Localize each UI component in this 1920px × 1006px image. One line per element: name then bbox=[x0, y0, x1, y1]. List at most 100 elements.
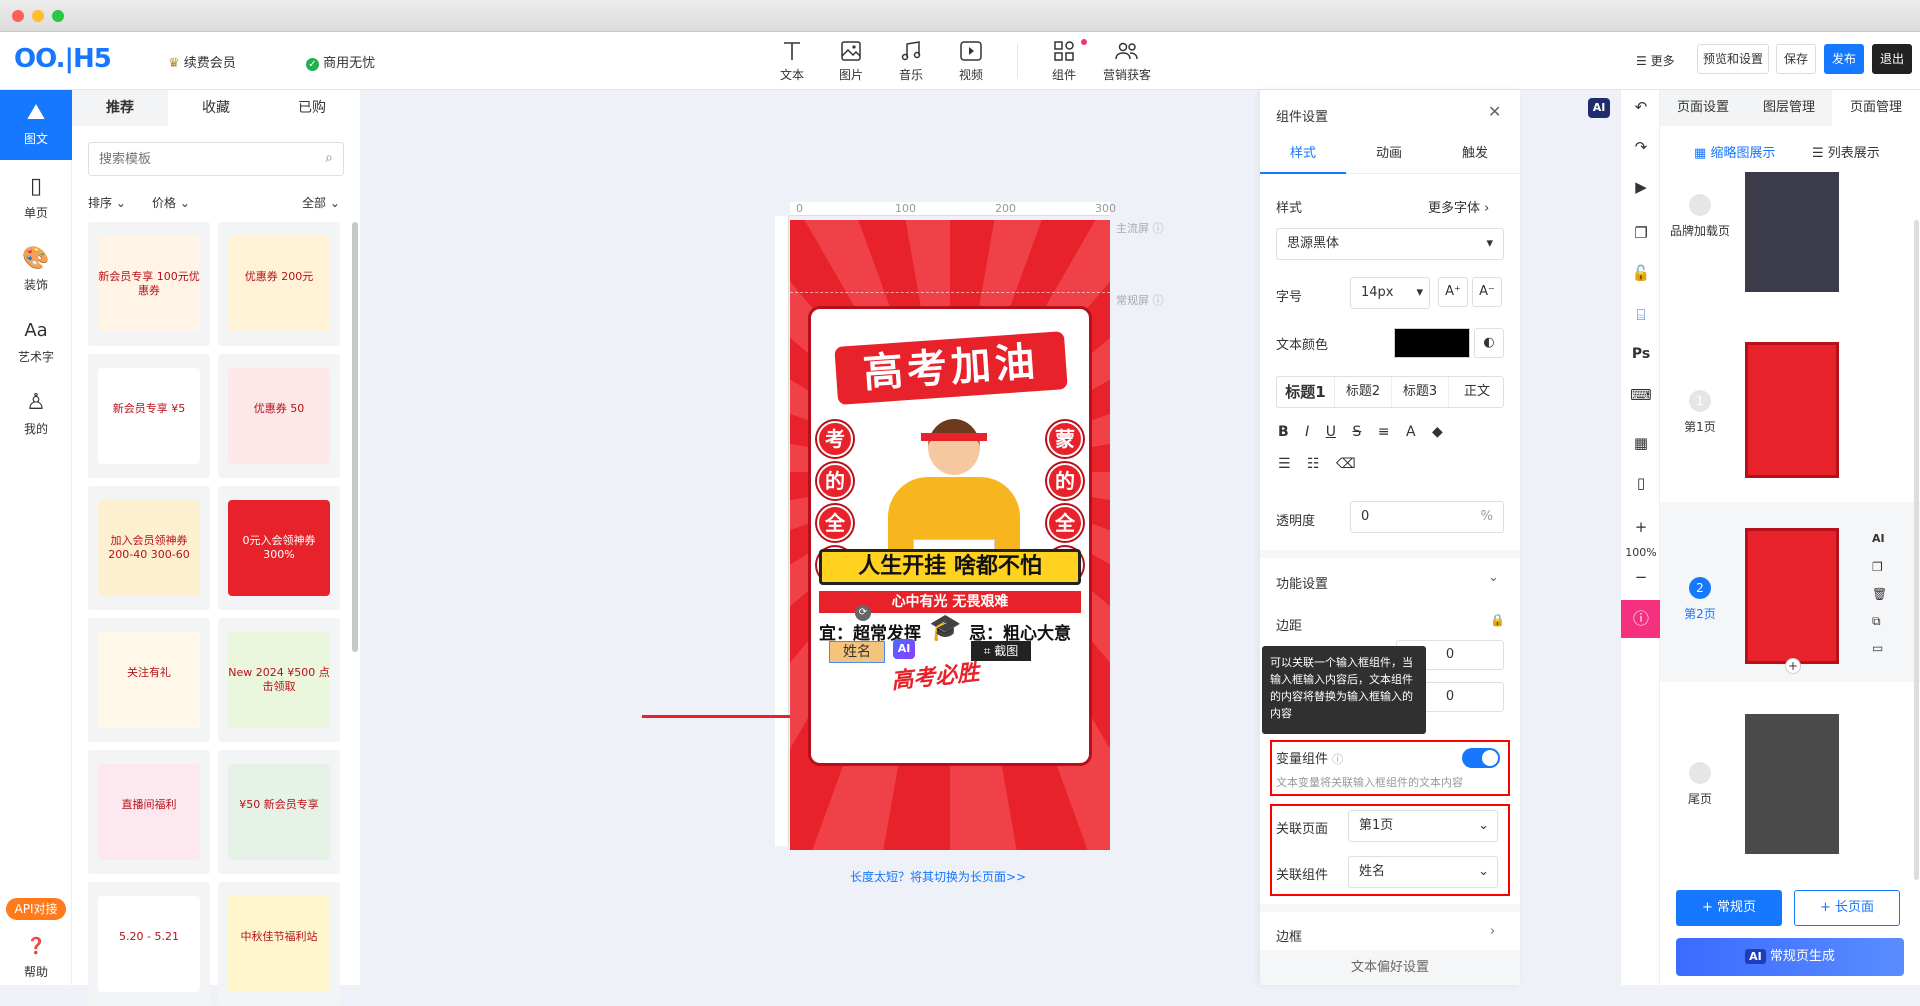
price-dropdown[interactable]: 价格 ⌄ bbox=[152, 194, 190, 211]
app-logo[interactable]: OO.|H5 bbox=[14, 44, 112, 74]
ocr-icon[interactable]: ⌸ bbox=[1621, 306, 1661, 324]
switch-long-page-link[interactable]: 长度太短？将其切换为长页面>> bbox=[850, 868, 1026, 885]
poster-canvas[interactable]: 高考加油 考的全会 蒙的全对 人生开挂 啥都不怕 心中有光 无畏艰难 宜：超常发… bbox=[790, 220, 1110, 850]
template-card[interactable]: 新会员专享 100元优惠券 bbox=[88, 222, 210, 346]
poster-side-char[interactable]: 全 bbox=[1047, 505, 1083, 541]
folder-icon[interactable]: ▭ bbox=[1872, 641, 1883, 655]
minimize-window-button[interactable] bbox=[32, 10, 44, 22]
member-link[interactable]: ♛ 续费会员 bbox=[168, 52, 236, 71]
more-menu[interactable]: ☰ 更多 bbox=[1636, 52, 1675, 69]
template-card[interactable]: 中秋佳节福利站 bbox=[218, 882, 340, 1006]
add-normal-page-button[interactable]: + 常规页 bbox=[1676, 890, 1782, 926]
keyboard-icon[interactable]: ⌨ bbox=[1621, 386, 1661, 404]
template-card[interactable]: 新会员专享 ¥5 bbox=[88, 354, 210, 478]
font-select[interactable]: 思源黑体 ▾ bbox=[1276, 228, 1504, 260]
heading-3-button[interactable]: 标题3 bbox=[1391, 377, 1448, 407]
template-card[interactable]: 加入会员领神券 200-40 300-60 bbox=[88, 486, 210, 610]
tool-text[interactable]: 文本 bbox=[769, 39, 815, 83]
color-swatch[interactable] bbox=[1394, 328, 1470, 358]
delete-page-icon[interactable]: 🗑 bbox=[1872, 587, 1887, 601]
template-card[interactable]: New 2024 ¥500 点击领取 bbox=[218, 618, 340, 742]
maximize-window-button[interactable] bbox=[52, 10, 64, 22]
preview-button[interactable]: 预览和设置 bbox=[1697, 44, 1769, 74]
close-icon[interactable]: ✕ bbox=[1488, 102, 1501, 121]
page-thumb-loading[interactable] bbox=[1745, 172, 1839, 292]
tab-favorites[interactable]: 收藏 bbox=[168, 90, 264, 126]
tab-page-settings[interactable]: 页面设置 bbox=[1660, 90, 1746, 126]
redo-icon[interactable]: ↷ bbox=[1621, 138, 1661, 156]
undo-icon[interactable]: ↶ bbox=[1621, 98, 1661, 116]
scrollbar[interactable] bbox=[352, 222, 358, 652]
poster-side-char[interactable]: 全 bbox=[817, 505, 853, 541]
font-size-select[interactable]: 14px ▾ bbox=[1350, 277, 1430, 309]
page-thumb-1[interactable] bbox=[1745, 342, 1839, 478]
add-long-page-button[interactable]: + 长页面 bbox=[1794, 890, 1900, 926]
spacing-icon[interactable]: ☷ bbox=[1307, 456, 1320, 472]
underline-icon[interactable]: U bbox=[1326, 424, 1336, 440]
palette-icon[interactable]: ◐ bbox=[1474, 328, 1504, 358]
font-color-icon[interactable]: A bbox=[1406, 424, 1416, 440]
tab-style[interactable]: 样式 bbox=[1260, 134, 1346, 174]
search-input[interactable] bbox=[89, 143, 299, 175]
unlock-icon[interactable]: 🔓 bbox=[1621, 264, 1661, 282]
poster-side-char[interactable]: 蒙 bbox=[1047, 421, 1083, 457]
tab-pages[interactable]: 页面管理 bbox=[1832, 90, 1920, 126]
tool-component[interactable]: 组件 bbox=[1041, 39, 1087, 83]
ai-float-button[interactable]: AI bbox=[1588, 98, 1610, 118]
sign-text[interactable]: 高考必胜 bbox=[890, 654, 981, 695]
tab-trigger[interactable]: 触发 bbox=[1432, 134, 1518, 174]
eraser-icon[interactable]: ⌫ bbox=[1336, 456, 1356, 472]
poster-side-char[interactable]: 的 bbox=[1047, 463, 1083, 499]
bullet-list-icon[interactable]: ☰ bbox=[1278, 456, 1291, 472]
tool-music[interactable]: 音乐 bbox=[888, 39, 934, 83]
italic-icon[interactable]: I bbox=[1305, 424, 1309, 440]
thumb-view-button[interactable]: ▦ 缩略图展示 bbox=[1694, 142, 1775, 161]
play-icon[interactable]: ▶ bbox=[1621, 178, 1661, 196]
close-window-button[interactable] bbox=[12, 10, 24, 22]
rotate-icon[interactable]: ⟳ bbox=[855, 605, 871, 621]
ai-generate-button[interactable]: AI 常规页生成 bbox=[1676, 938, 1904, 976]
template-card[interactable]: ¥50 新会员专享 bbox=[218, 750, 340, 874]
decrease-font-button[interactable]: A⁻ bbox=[1472, 277, 1502, 307]
copy-page-icon[interactable]: ❐ bbox=[1872, 560, 1883, 574]
nav-single-page[interactable]: ▯ 单页 bbox=[0, 174, 72, 221]
poster-side-char[interactable]: 考 bbox=[817, 421, 853, 457]
tool-image[interactable]: 图片 bbox=[828, 39, 874, 83]
more-fonts-link[interactable]: 更多字体 › bbox=[1428, 197, 1489, 216]
lock-icon[interactable]: 🔒 bbox=[1490, 613, 1505, 627]
name-text-box[interactable]: 姓名 bbox=[829, 641, 885, 663]
sort-dropdown[interactable]: 排序 ⌄ bbox=[88, 194, 126, 211]
chevron-right-icon[interactable]: › bbox=[1490, 924, 1495, 939]
heading-1-button[interactable]: 标题1 bbox=[1277, 377, 1334, 407]
opacity-input[interactable]: 0% bbox=[1350, 501, 1504, 533]
template-card[interactable]: 关注有礼 bbox=[88, 618, 210, 742]
add-page-icon[interactable]: + bbox=[1785, 658, 1801, 674]
template-card[interactable]: 5.20 - 5.21 bbox=[88, 882, 210, 1006]
tab-purchased[interactable]: 已购 bbox=[264, 90, 360, 126]
crop-button[interactable]: ⌗ 截图 bbox=[971, 641, 1031, 661]
text-pref-link[interactable]: 文本偏好设置 bbox=[1260, 950, 1520, 985]
tab-layers[interactable]: 图层管理 bbox=[1746, 90, 1832, 126]
border-label[interactable]: 边框 bbox=[1276, 926, 1302, 945]
ai-assist-button[interactable]: AI bbox=[893, 639, 915, 659]
heading-2-button[interactable]: 标题2 bbox=[1334, 377, 1391, 407]
ps-button[interactable]: Ps bbox=[1621, 346, 1661, 362]
chevron-down-icon[interactable]: ⌄ bbox=[1488, 570, 1499, 585]
commercial-badge[interactable]: ✓ 商用无忧 bbox=[306, 52, 375, 71]
increase-font-button[interactable]: A⁺ bbox=[1438, 277, 1468, 307]
grid-icon[interactable]: ▦ bbox=[1621, 434, 1661, 452]
nav-image-text[interactable]: ⛰ 图文 bbox=[0, 90, 72, 160]
fill-icon[interactable]: ◆ bbox=[1432, 424, 1443, 440]
api-connect-button[interactable]: API对接 bbox=[6, 898, 66, 920]
tool-video[interactable]: 视频 bbox=[948, 39, 994, 83]
zoom-in-icon[interactable]: + bbox=[1621, 518, 1661, 536]
poster-side-char[interactable]: 的 bbox=[817, 463, 853, 499]
slogan-banner[interactable]: 人生开挂 啥都不怕 bbox=[819, 549, 1081, 585]
page-thumb-2[interactable] bbox=[1745, 528, 1839, 664]
nav-mine[interactable]: ♙ 我的 bbox=[0, 390, 72, 437]
template-card[interactable]: 直播间福利 bbox=[88, 750, 210, 874]
ai-page-button[interactable]: AI bbox=[1872, 532, 1885, 545]
nav-help[interactable]: ❓ 帮助 bbox=[0, 933, 72, 980]
exit-button[interactable]: 退出 bbox=[1872, 44, 1912, 74]
duplicate-icon[interactable]: ⧉ bbox=[1872, 614, 1881, 629]
